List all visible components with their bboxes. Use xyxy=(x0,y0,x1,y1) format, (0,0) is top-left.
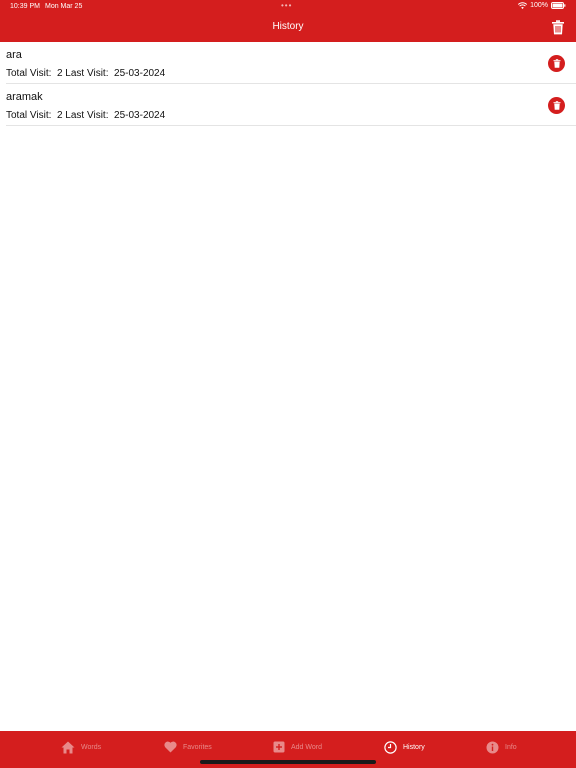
info-icon xyxy=(486,741,499,753)
last-visit-value: 25-03-2024 xyxy=(114,110,166,121)
tab-label: History xyxy=(403,743,425,751)
home-icon xyxy=(61,741,75,753)
status-date: Mon Mar 25 xyxy=(45,3,83,10)
history-word: ara xyxy=(6,49,22,61)
last-visit-label: Last Visit: xyxy=(65,110,109,121)
history-meta: Total Visit: 2 Last Visit: 25-03-2024 xyxy=(6,68,165,79)
tab-info[interactable]: Info xyxy=(486,739,517,755)
trash-icon xyxy=(553,59,560,68)
history-meta: Total Visit: 2 Last Visit: 25-03-2024 xyxy=(6,110,165,121)
home-indicator[interactable] xyxy=(200,760,376,764)
wifi-icon xyxy=(518,2,528,9)
status-time: 10:39 PM xyxy=(10,3,40,10)
last-visit-value: 25-03-2024 xyxy=(114,68,166,79)
page-title: History xyxy=(272,21,304,32)
multitasking-dots[interactable]: ••• xyxy=(281,1,292,10)
heart-icon xyxy=(164,741,177,753)
battery-percent: 100% xyxy=(530,2,548,9)
tab-add-word[interactable]: Add Word xyxy=(273,739,322,755)
status-bar: 10:39 PM Mon Mar 25 ••• 100% xyxy=(0,0,576,14)
tab-label: Add Word xyxy=(291,743,322,751)
header: 10:39 PM Mon Mar 25 ••• 100% History xyxy=(0,0,576,42)
history-list: ara Total Visit: 2 Last Visit: 25-03-202… xyxy=(0,42,576,126)
tab-favorites[interactable]: Favorites xyxy=(164,739,212,755)
clear-history-button[interactable] xyxy=(551,20,565,35)
delete-item-button[interactable] xyxy=(548,55,565,72)
tab-label: Info xyxy=(505,743,517,751)
history-word: aramak xyxy=(6,91,43,103)
list-item[interactable]: ara Total Visit: 2 Last Visit: 25-03-202… xyxy=(6,42,576,84)
clock-icon xyxy=(384,740,397,754)
tab-history[interactable]: History xyxy=(384,739,425,755)
last-visit-label: Last Visit: xyxy=(65,68,109,79)
total-visit-label: Total Visit: xyxy=(6,68,52,79)
total-visit-label: Total Visit: xyxy=(6,110,52,121)
plus-square-icon xyxy=(273,741,285,753)
list-item[interactable]: aramak Total Visit: 2 Last Visit: 25-03-… xyxy=(6,84,576,126)
tab-label: Favorites xyxy=(183,743,212,751)
tab-label: Words xyxy=(81,743,102,751)
delete-item-button[interactable] xyxy=(548,97,565,114)
status-right: 100% xyxy=(518,2,566,9)
trash-icon xyxy=(553,101,560,110)
tab-words[interactable]: Words xyxy=(61,739,101,755)
trash-icon xyxy=(552,20,564,35)
battery-icon xyxy=(551,2,566,9)
